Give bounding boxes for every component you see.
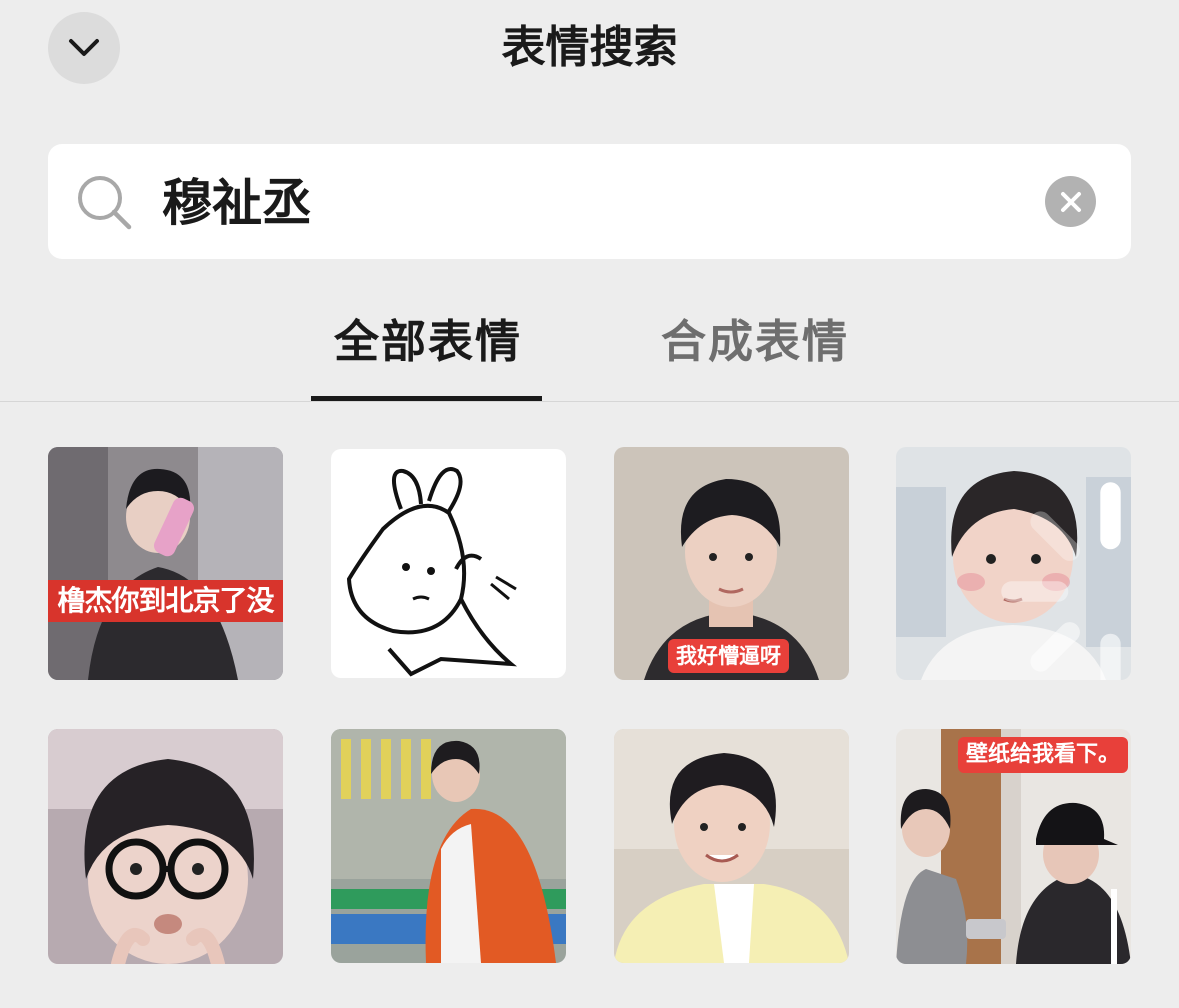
sticker-image [48, 729, 283, 964]
sticker-item[interactable] [331, 729, 566, 963]
sticker-item[interactable]: 壁纸给我看下。 [896, 729, 1131, 964]
sticker-caption: 橹杰你到北京了没 [48, 580, 283, 622]
sticker-caption: 我好懵逼呀 [668, 639, 789, 673]
divider [0, 401, 1179, 402]
sticker-item[interactable]: 橹杰你到北京了没 [48, 447, 283, 680]
sticker-item[interactable] [614, 729, 849, 963]
sticker-item[interactable]: 我好懵逼呀 [614, 447, 849, 680]
clear-button[interactable] [1045, 176, 1096, 227]
loading-spinner-icon [1001, 482, 1121, 680]
sticker-image [331, 449, 566, 678]
sticker-image [331, 729, 566, 963]
tab-all-stickers[interactable]: 全部表情 [334, 312, 522, 372]
page-title: 表情搜索 [501, 22, 678, 73]
clear-icon [1060, 191, 1081, 212]
tab-composed-stickers[interactable]: 合成表情 [661, 312, 849, 372]
sticker-item[interactable] [331, 449, 566, 678]
search-icon [78, 176, 132, 230]
sticker-image [48, 447, 283, 680]
sticker-caption: 壁纸给我看下。 [958, 737, 1129, 773]
sticker-image [614, 729, 849, 963]
sticker-item[interactable] [48, 729, 283, 964]
search-input[interactable]: 穆祉丞 [162, 172, 312, 234]
sticker-item[interactable] [896, 447, 1131, 680]
